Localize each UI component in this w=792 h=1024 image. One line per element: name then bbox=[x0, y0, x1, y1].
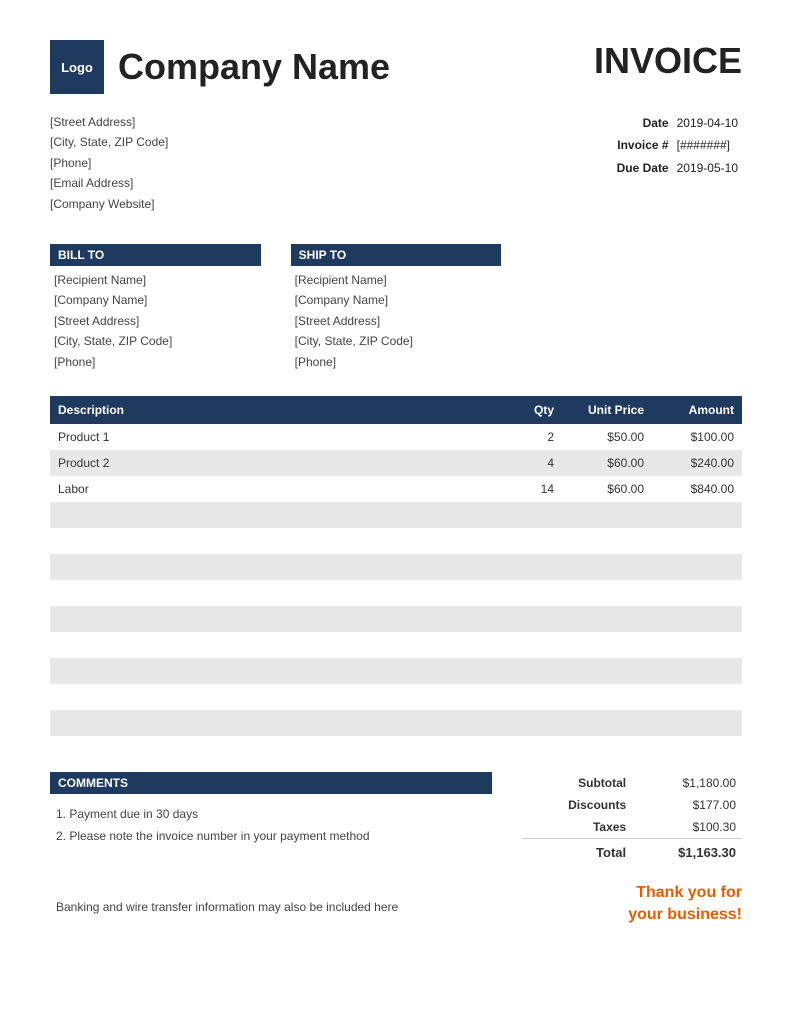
thank-you-line2: your business! bbox=[522, 904, 742, 926]
row-amount: $240.00 bbox=[652, 450, 742, 476]
col-amount: Amount bbox=[652, 396, 742, 424]
empty-row bbox=[50, 632, 742, 658]
company-header-left: Logo Company Name bbox=[50, 40, 390, 94]
empty-row bbox=[50, 502, 742, 528]
bill-to-phone: [Phone] bbox=[54, 352, 261, 372]
row-qty: 14 bbox=[502, 476, 562, 502]
taxes-label: Taxes bbox=[522, 816, 632, 839]
bill-to-block: BILL TO [Recipient Name] [Company Name] … bbox=[50, 244, 261, 372]
due-date-value: 2019-05-10 bbox=[673, 157, 742, 179]
row-qty: 4 bbox=[502, 450, 562, 476]
ship-to-phone: [Phone] bbox=[295, 352, 502, 372]
comments-header: COMMENTS bbox=[50, 772, 492, 794]
empty-row bbox=[50, 684, 742, 710]
totals-table: Subtotal $1,180.00 Discounts $177.00 Tax… bbox=[522, 772, 742, 864]
empty-row bbox=[50, 736, 742, 762]
logo-label: Logo bbox=[61, 60, 93, 75]
logo-box: Logo bbox=[50, 40, 104, 94]
discounts-label: Discounts bbox=[522, 794, 632, 816]
bottom-section: COMMENTS 1. Payment due in 30 days 2. Pl… bbox=[50, 772, 742, 927]
row-unit-price: $50.00 bbox=[562, 424, 652, 450]
row-amount: $840.00 bbox=[652, 476, 742, 502]
ship-to-street: [Street Address] bbox=[295, 311, 502, 331]
col-description: Description bbox=[50, 396, 502, 424]
ship-to-block: SHIP TO [Recipient Name] [Company Name] … bbox=[291, 244, 502, 372]
company-city: [City, State, ZIP Code] bbox=[50, 132, 168, 152]
ship-to-content: [Recipient Name] [Company Name] [Street … bbox=[291, 270, 502, 372]
bill-to-company: [Company Name] bbox=[54, 290, 261, 310]
thank-you: Thank you for your business! bbox=[522, 882, 742, 927]
total-value: $1,163.30 bbox=[632, 838, 742, 864]
bill-to-street: [Street Address] bbox=[54, 311, 261, 331]
total-label: Total bbox=[522, 838, 632, 864]
empty-row bbox=[50, 606, 742, 632]
empty-row bbox=[50, 658, 742, 684]
invoice-label: Invoice # bbox=[613, 134, 673, 156]
subtotal-value: $1,180.00 bbox=[632, 772, 742, 794]
company-phone: [Phone] bbox=[50, 153, 168, 173]
taxes-value: $100.30 bbox=[632, 816, 742, 839]
table-row: Labor 14 $60.00 $840.00 bbox=[50, 476, 742, 502]
comments-extra: Banking and wire transfer information ma… bbox=[50, 900, 492, 914]
ship-to-header: SHIP TO bbox=[291, 244, 502, 266]
invoice-header: Logo Company Name INVOICE bbox=[50, 40, 742, 94]
bill-to-recipient: [Recipient Name] bbox=[54, 270, 261, 290]
empty-row bbox=[50, 554, 742, 580]
row-unit-price: $60.00 bbox=[562, 476, 652, 502]
subtotal-label: Subtotal bbox=[522, 772, 632, 794]
invoice-value: [#######] bbox=[673, 134, 742, 156]
invoice-title: INVOICE bbox=[594, 40, 742, 82]
row-description: Product 1 bbox=[50, 424, 502, 450]
comment-line2: 2. Please note the invoice number in you… bbox=[56, 826, 486, 848]
col-qty: Qty bbox=[502, 396, 562, 424]
date-value: 2019-04-10 bbox=[673, 112, 742, 134]
date-info: Date 2019-04-10 Invoice # [#######] Due … bbox=[613, 112, 742, 214]
row-qty: 2 bbox=[502, 424, 562, 450]
empty-row bbox=[50, 710, 742, 736]
address-section: BILL TO [Recipient Name] [Company Name] … bbox=[50, 244, 742, 372]
due-date-label: Due Date bbox=[613, 157, 673, 179]
ship-to-city: [City, State, ZIP Code] bbox=[295, 331, 502, 351]
row-unit-price: $60.00 bbox=[562, 450, 652, 476]
comments-content: 1. Payment due in 30 days 2. Please note… bbox=[50, 800, 492, 890]
totals-block: Subtotal $1,180.00 Discounts $177.00 Tax… bbox=[522, 772, 742, 927]
bill-to-city: [City, State, ZIP Code] bbox=[54, 331, 261, 351]
thank-you-line1: Thank you for bbox=[522, 882, 742, 904]
col-unit-price: Unit Price bbox=[562, 396, 652, 424]
bill-to-content: [Recipient Name] [Company Name] [Street … bbox=[50, 270, 261, 372]
company-street: [Street Address] bbox=[50, 112, 168, 132]
table-row: Product 2 4 $60.00 $240.00 bbox=[50, 450, 742, 476]
company-website: [Company Website] bbox=[50, 194, 168, 214]
table-row: Product 1 2 $50.00 $100.00 bbox=[50, 424, 742, 450]
empty-row bbox=[50, 528, 742, 554]
ship-to-company: [Company Name] bbox=[295, 290, 502, 310]
company-address: [Street Address] [City, State, ZIP Code]… bbox=[50, 112, 168, 214]
row-amount: $100.00 bbox=[652, 424, 742, 450]
discounts-value: $177.00 bbox=[632, 794, 742, 816]
ship-to-recipient: [Recipient Name] bbox=[295, 270, 502, 290]
comment-line1: 1. Payment due in 30 days bbox=[56, 804, 486, 826]
items-table: Description Qty Unit Price Amount Produc… bbox=[50, 396, 742, 762]
date-label: Date bbox=[613, 112, 673, 134]
comments-block: COMMENTS 1. Payment due in 30 days 2. Pl… bbox=[50, 772, 492, 927]
empty-row bbox=[50, 580, 742, 606]
bill-to-header: BILL TO bbox=[50, 244, 261, 266]
company-name: Company Name bbox=[118, 46, 390, 88]
row-description: Labor bbox=[50, 476, 502, 502]
row-description: Product 2 bbox=[50, 450, 502, 476]
company-email: [Email Address] bbox=[50, 173, 168, 193]
